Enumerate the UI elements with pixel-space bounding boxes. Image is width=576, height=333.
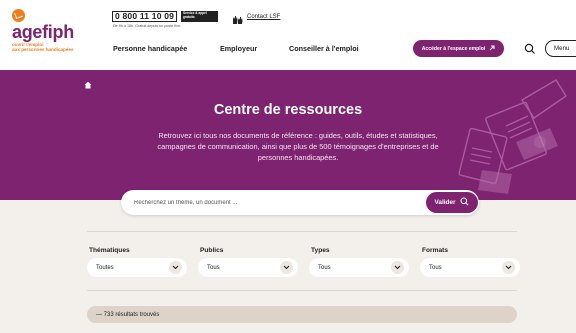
- chevron-down-icon: [169, 261, 182, 274]
- employment-space-label: Accéder à l'espace emploi: [421, 45, 486, 52]
- select-value: Tous: [318, 264, 331, 271]
- logo-tagline-2: aux personnes handicapées: [12, 47, 74, 52]
- filters-top-divider: [87, 231, 517, 232]
- logo-wordmark: agefiph: [12, 22, 74, 42]
- filters-bottom-divider: [87, 290, 517, 291]
- arrow-up-right-icon: [489, 44, 495, 53]
- filter-label: Publics: [200, 247, 224, 254]
- nav-conseiller-emploi[interactable]: Conseiller à l'emploi: [289, 44, 359, 53]
- phone-service-badge: Service & appel gratuits: [181, 11, 218, 22]
- phone-number-box: 0 800 11 10 09: [112, 11, 178, 22]
- filter-formats: Formats Tous: [420, 247, 520, 277]
- results-count-bar: — 733 résultats trouvés: [87, 306, 517, 323]
- logo-mark-icon: [12, 9, 25, 22]
- search-icon: [460, 197, 470, 208]
- contact-lsf-link[interactable]: Contact LSF: [232, 12, 281, 24]
- publics-select[interactable]: Tous: [198, 258, 298, 277]
- chevron-down-icon: [502, 261, 515, 274]
- resource-search-bar: Valider: [121, 190, 479, 215]
- nav-employeur[interactable]: Employeur: [220, 44, 257, 53]
- hero-banner: Centre de ressources Retrouvez ici tous …: [0, 70, 576, 200]
- select-value: Tous: [429, 264, 442, 271]
- employment-space-button[interactable]: Accéder à l'espace emploi: [413, 40, 504, 57]
- menu-button[interactable]: Menu: [545, 40, 576, 57]
- select-value: Tous: [207, 264, 220, 271]
- phone-number: 0 800 11 10 09: [115, 11, 175, 21]
- home-icon[interactable]: [84, 76, 92, 89]
- filter-types: Types Tous: [309, 247, 409, 277]
- search-input[interactable]: [134, 190, 424, 215]
- agefiph-logo[interactable]: agefiph ouvrir l'emploi aux personnes ha…: [12, 9, 90, 55]
- filter-label: Types: [311, 247, 330, 254]
- validate-label: Valider: [434, 199, 456, 206]
- contact-lsf-label: Contact LSF: [247, 14, 281, 20]
- filter-label: Thématiques: [89, 247, 130, 254]
- sign-language-hands-icon: [232, 12, 243, 24]
- site-header: agefiph ouvrir l'emploi aux personnes ha…: [0, 0, 576, 70]
- menu-label: Menu: [554, 45, 570, 52]
- filter-publics: Publics Tous: [198, 247, 298, 277]
- page-description: Retrouvez ici tous nos documents de réfé…: [157, 131, 439, 162]
- formats-select[interactable]: Tous: [420, 258, 520, 277]
- phone-contact[interactable]: 0 800 11 10 09 Service & appel gratuits …: [112, 11, 230, 33]
- chevron-down-icon: [391, 261, 404, 274]
- select-value: Toutes: [96, 264, 114, 271]
- types-select[interactable]: Tous: [309, 258, 409, 277]
- chevron-down-icon: [280, 261, 293, 274]
- filter-thematiques: Thématiques Toutes: [87, 247, 187, 277]
- validate-button[interactable]: Valider: [426, 192, 478, 213]
- documents-illustration-icon: [458, 79, 567, 194]
- results-count: — 733 résultats trouvés: [96, 311, 160, 318]
- phone-hours: De 9h à 18h. Gratuit depuis un poste fix…: [113, 24, 182, 28]
- search-icon[interactable]: [524, 42, 536, 54]
- thematiques-select[interactable]: Toutes: [87, 258, 187, 277]
- nav-personne-handicapee[interactable]: Personne handicapée: [113, 44, 187, 53]
- filter-label: Formats: [422, 247, 449, 254]
